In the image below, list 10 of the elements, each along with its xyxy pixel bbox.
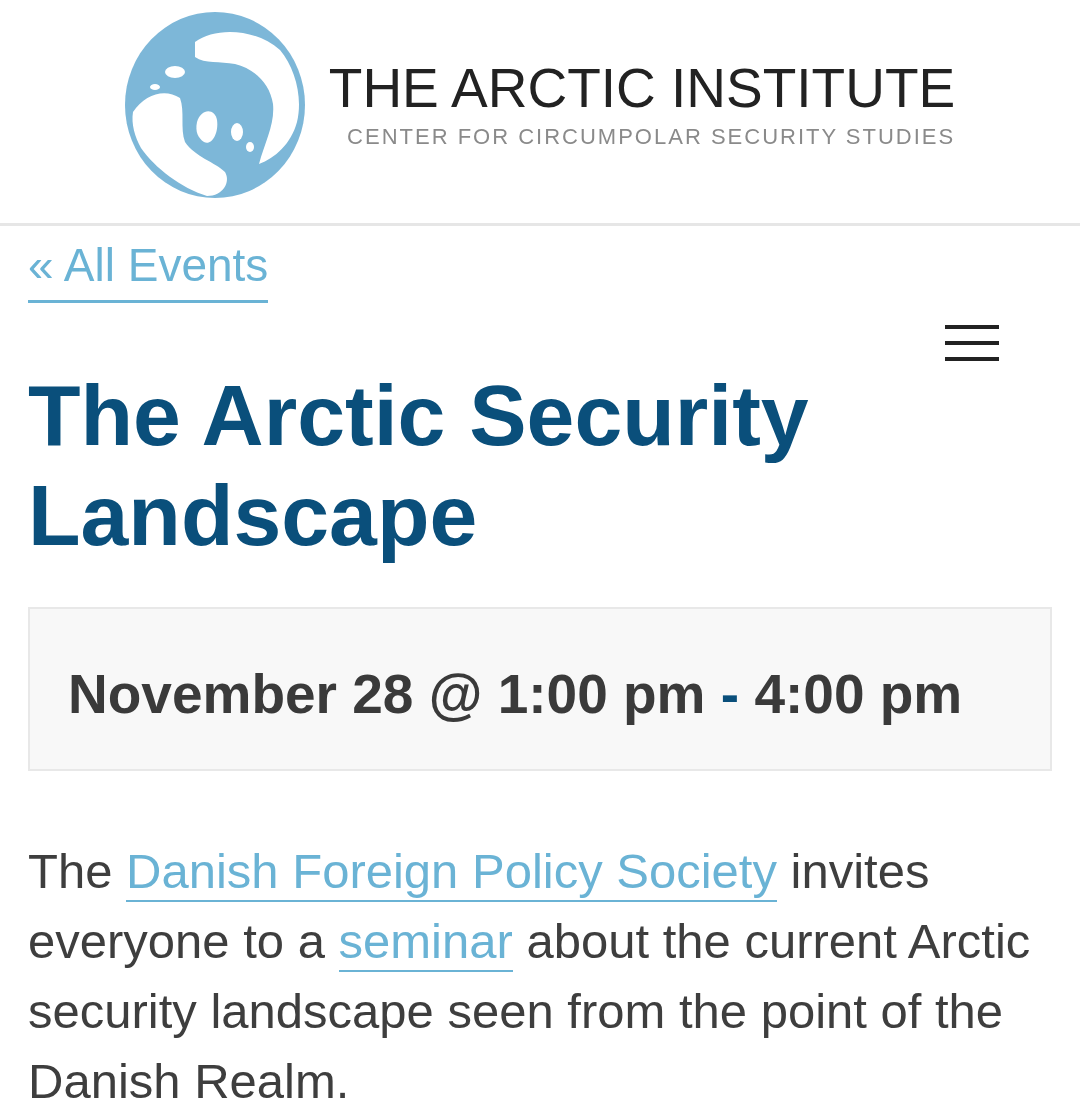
description-link[interactable]: Danish Foreign Policy Society xyxy=(126,844,777,902)
description-link[interactable]: seminar xyxy=(338,914,513,972)
site-title: THE ARCTIC INSTITUTE xyxy=(328,61,956,116)
event-date-time: November 28 @ 1:00 pm - 4:00 pm xyxy=(68,663,963,725)
event-description: The Danish Foreign Policy Society invites everyone to a seminar about the current Arctic security landscape seen from the point of the Danish Realm. xyxy=(28,843,1032,1110)
menu-icon[interactable] xyxy=(945,325,999,361)
site-tagline: CENTER FOR CIRCUMPOLAR SECURITY STUDIES xyxy=(347,126,956,148)
globe-icon xyxy=(124,11,305,198)
page-title: The Arctic Security Landscape xyxy=(28,366,810,565)
back-link[interactable]: « All Events xyxy=(28,238,269,303)
